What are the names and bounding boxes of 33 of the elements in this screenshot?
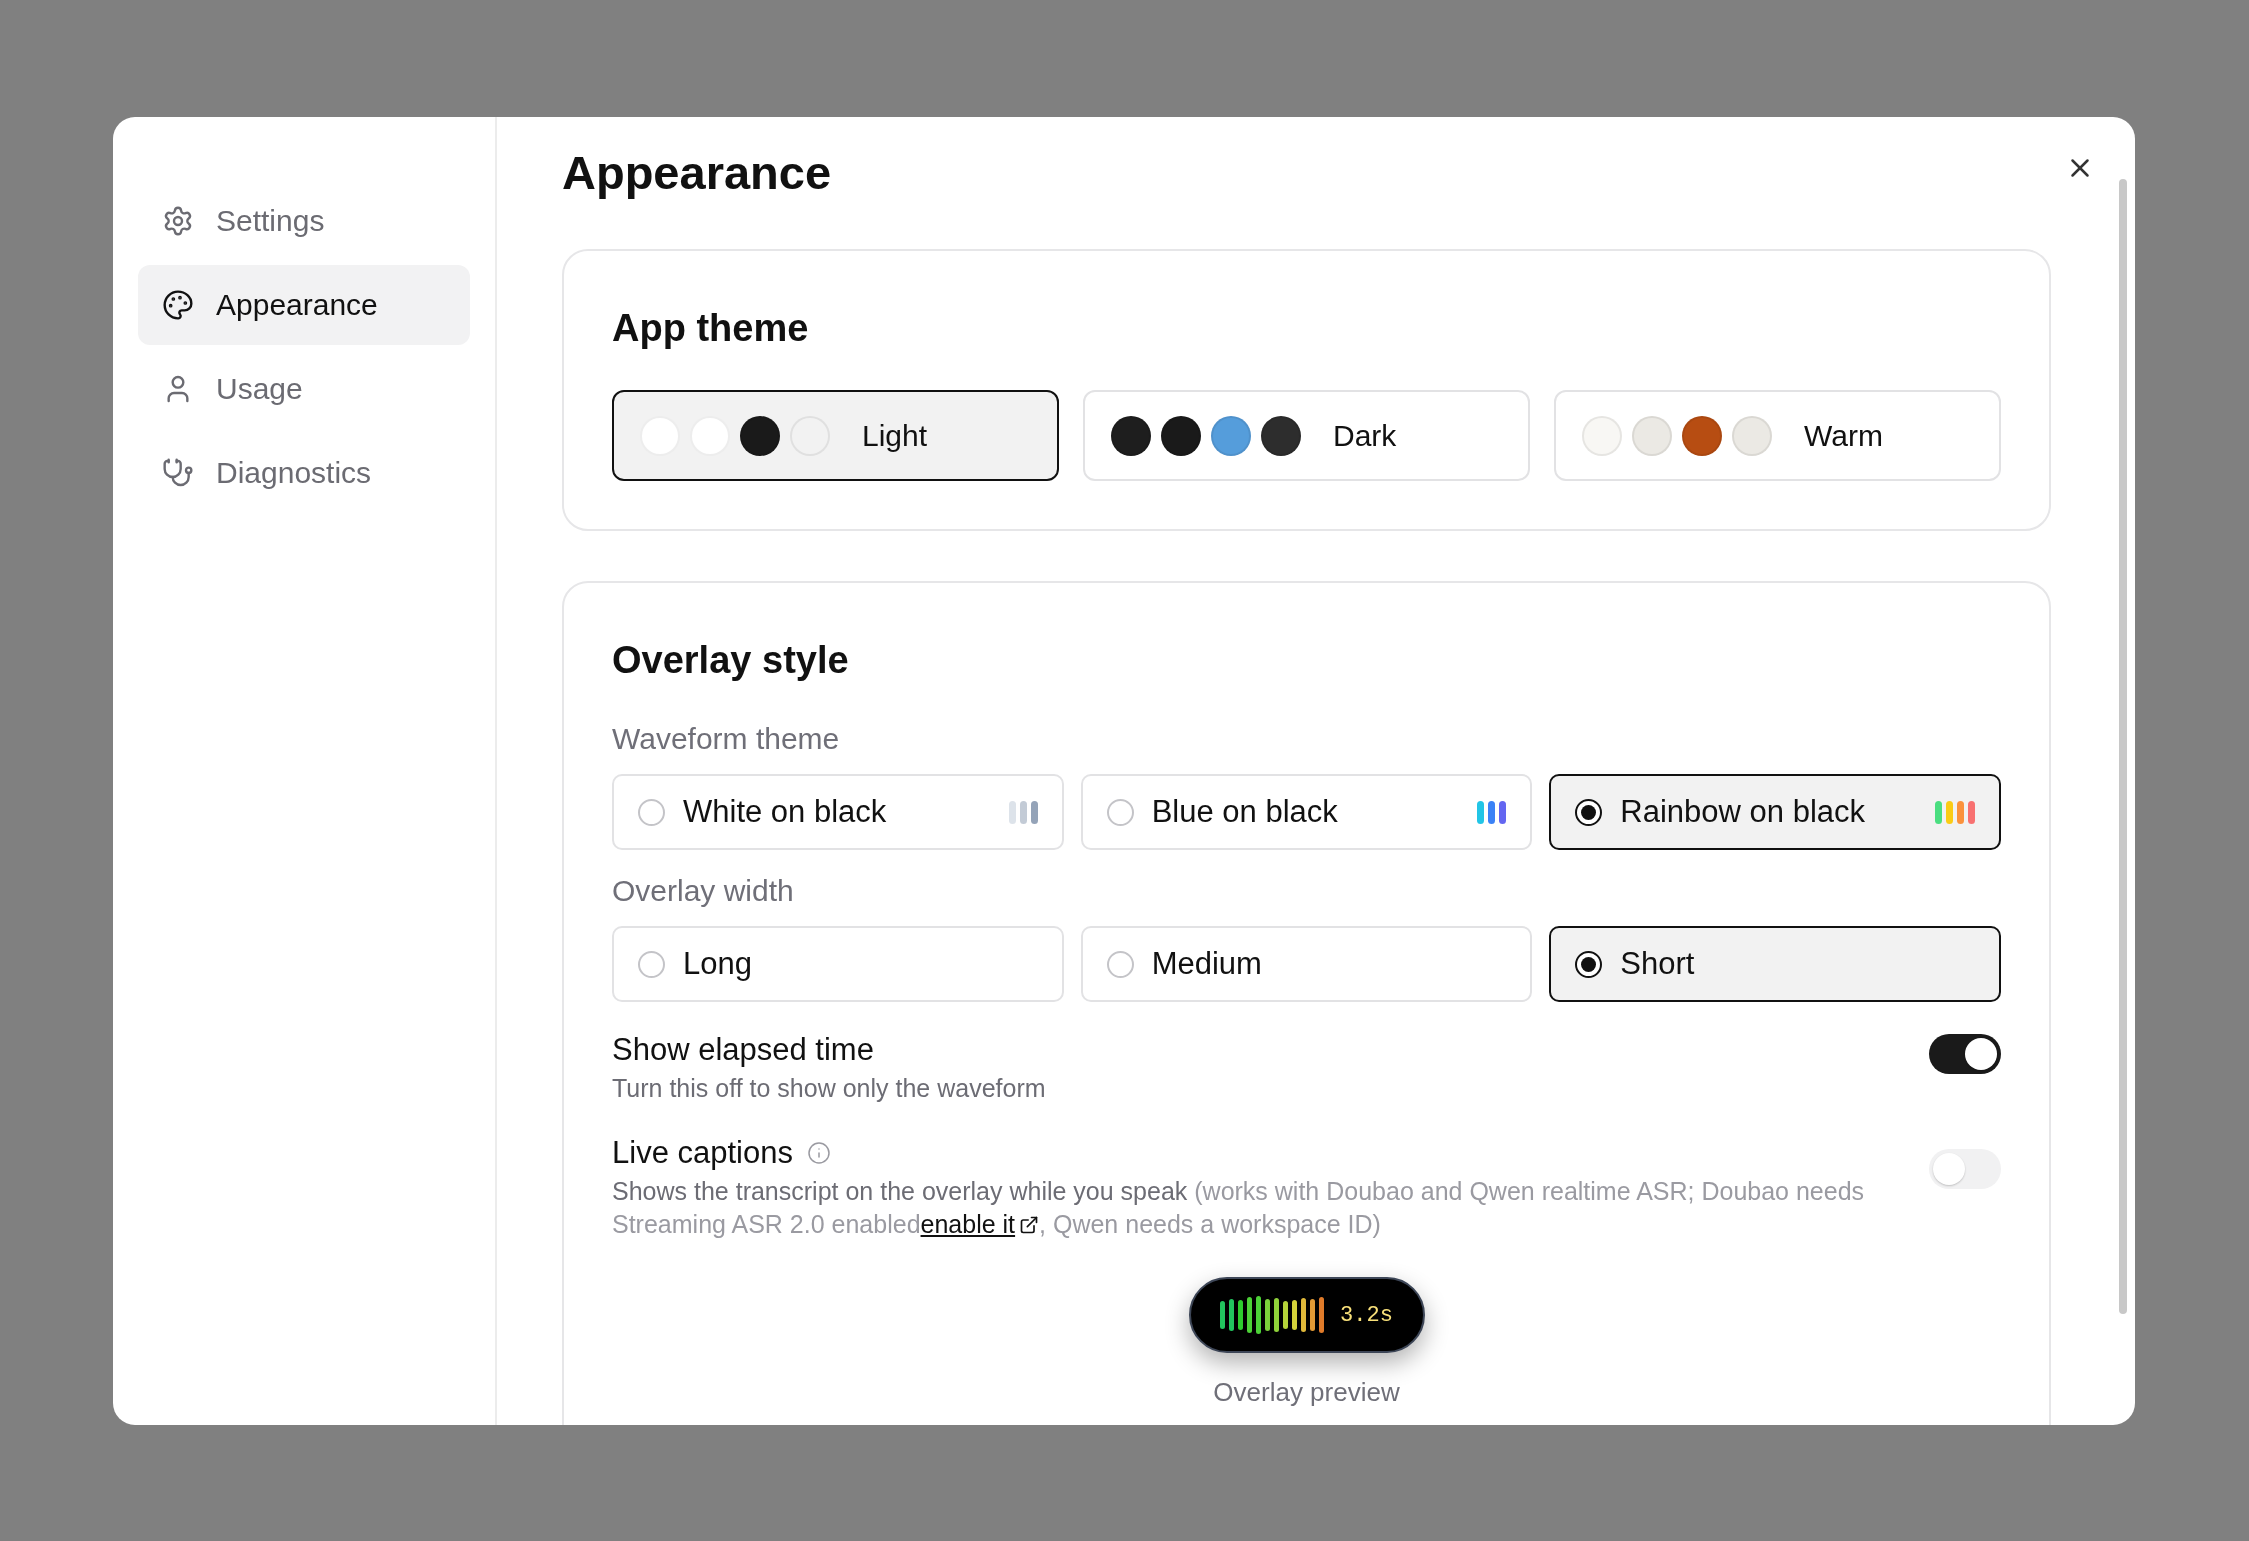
scrollbar[interactable] [2119, 179, 2127, 1314]
setting-description: Turn this off to show only the waveform [612, 1073, 1046, 1104]
elapsed-time: 3.2s [1340, 1302, 1393, 1328]
sidebar-item[interactable]: Settings [138, 181, 470, 261]
preview-caption: Overlay preview [1213, 1377, 1400, 1408]
sidebar-item[interactable]: Usage [138, 349, 470, 429]
external-link-icon [1019, 1214, 1040, 1235]
setting-title: Show elapsed time [612, 1032, 874, 1068]
theme-option[interactable]: Dark [1083, 390, 1530, 481]
sidebar-item[interactable]: Appearance [138, 265, 470, 345]
radio-option[interactable]: White on black [612, 774, 1064, 850]
page-title: Appearance [562, 145, 833, 201]
radio-option[interactable]: Rainbow on black [1549, 774, 2001, 850]
radio-option[interactable]: Short [1549, 926, 2001, 1002]
theme-option[interactable]: Light [612, 390, 1059, 481]
card-title: App theme [612, 307, 810, 350]
toggle-switch[interactable] [1929, 1034, 2001, 1074]
section-label: Overlay width [612, 874, 795, 908]
nav-icon [162, 457, 194, 489]
toggle-switch[interactable] [1929, 1149, 2001, 1189]
info-icon[interactable] [806, 1141, 831, 1165]
nav-icon [162, 289, 194, 321]
radio-option[interactable]: Blue on black [1080, 774, 1533, 850]
enable-link[interactable]: enable it [920, 1208, 1040, 1241]
setting-title: Live captions [612, 1135, 793, 1171]
nav-icon [162, 205, 194, 237]
section-label: Waveform theme [612, 722, 841, 756]
radio-option[interactable]: Medium [1080, 926, 1533, 1002]
sidebar-item[interactable]: Diagnostics [138, 433, 470, 513]
radio-option[interactable]: Long [612, 926, 1064, 1002]
setting-description: Shows the transcript on the overlay while you speak (works with Doubao and Qwen realtime ASR; Doubao needs Streaming ASR 2.0 enabledenable it , Qwen needs a workspace ID) [612, 1175, 1869, 1241]
theme-option[interactable]: Warm [1554, 390, 2001, 481]
card-title: Overlay style [612, 639, 850, 682]
